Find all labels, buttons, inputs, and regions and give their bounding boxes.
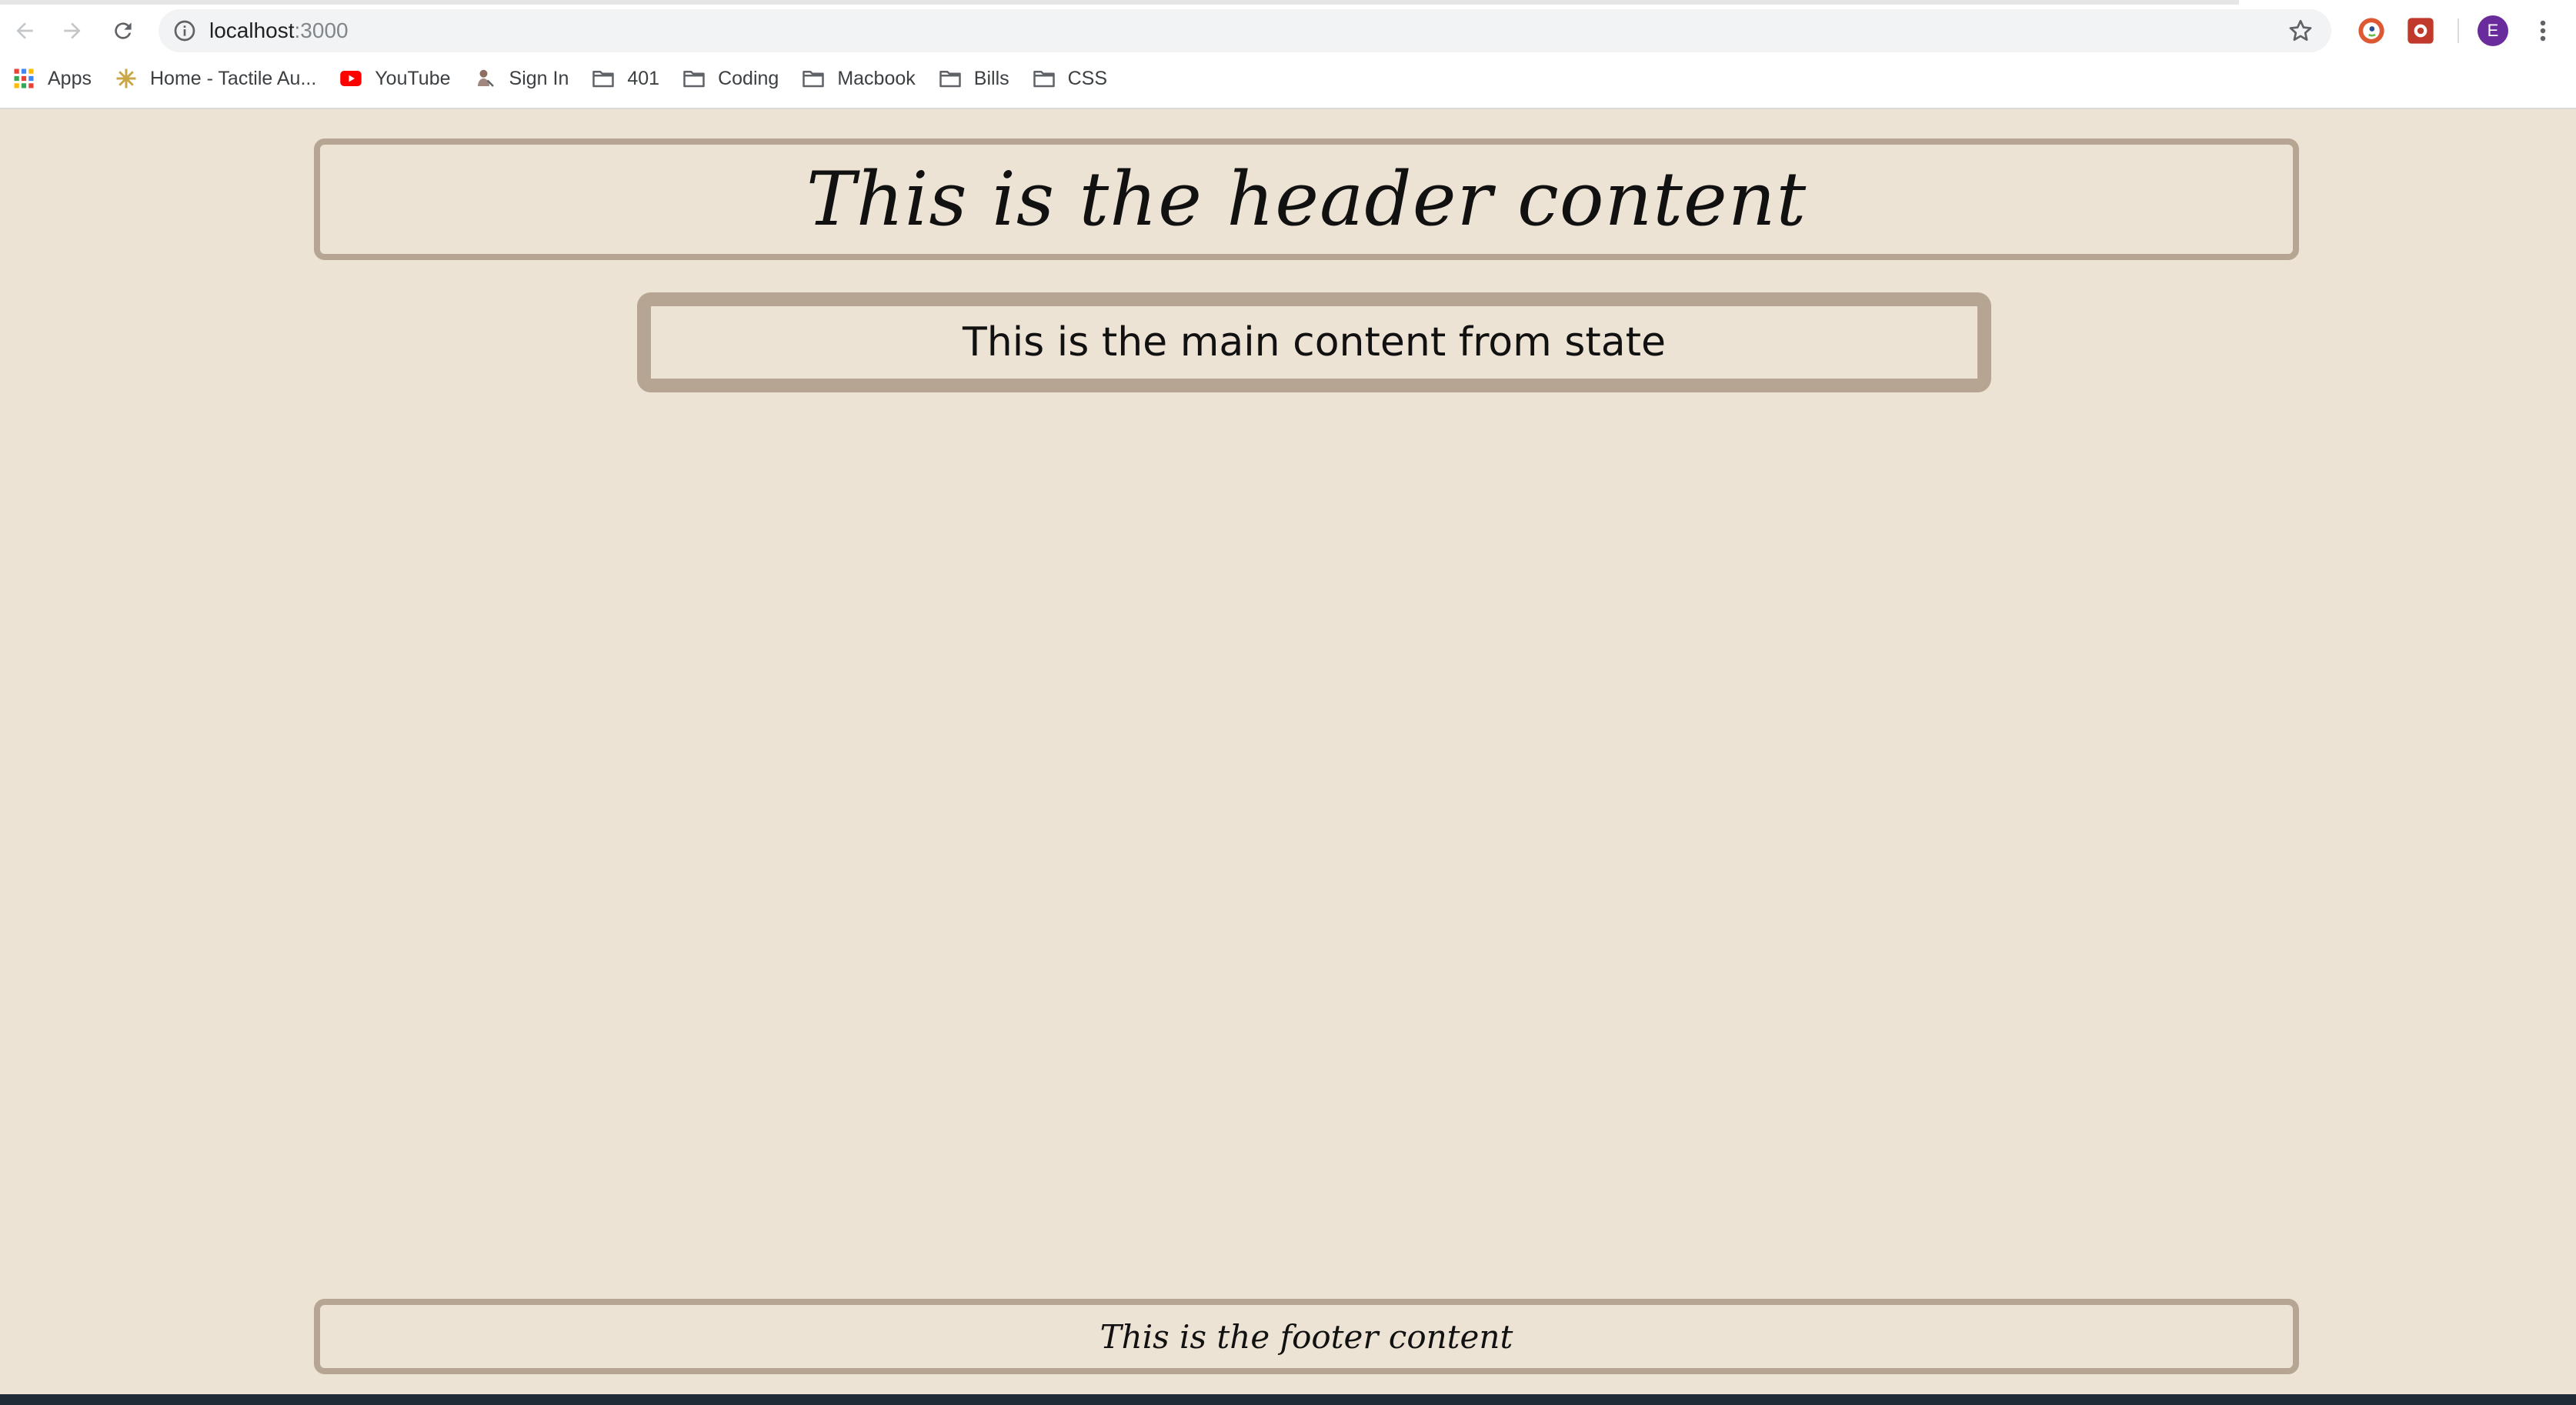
bookmark-label: CSS [1067,67,1108,89]
header-text: This is the header content [806,156,1807,242]
bookmark-home-tactile[interactable]: Home - Tactile Au... [115,63,316,94]
bookmarks-bar: Apps Home - Tactile Au... YouTube Sign I… [12,63,1130,94]
bookmark-youtube[interactable]: YouTube [339,63,451,94]
bookmark-folder-bills[interactable]: Bills [939,63,1009,94]
apps-grid-icon [14,68,34,88]
arrow-right-icon [64,22,81,39]
url-port: :3000 [294,18,349,42]
forward-button[interactable] [57,15,88,46]
main-content: This is the main content from state [637,292,1991,392]
more-menu-icon[interactable] [2531,15,2554,46]
reload-icon [115,22,132,39]
loading-bar [0,0,2239,5]
page-footer: This is the footer content [314,1299,2299,1374]
bookmark-label: Coding [718,67,779,89]
folder-icon [592,71,615,88]
toolbar-divider [2458,18,2459,43]
extension-icon[interactable] [2405,15,2436,46]
bookmark-label: Macbook [837,67,916,89]
main-text: This is the main content from state [962,319,1667,365]
site-favicon-icon [116,68,136,88]
bookmark-label: Home - Tactile Au... [149,67,317,89]
bookmark-folder-macbook[interactable]: Macbook [802,63,916,94]
bookmark-label: Bills [973,67,1009,89]
bookmark-label: 401 [627,67,660,89]
youtube-icon [340,71,362,86]
arrow-left-icon [16,22,33,39]
reload-button[interactable] [108,15,138,46]
browser-chrome: localhost:3000 E Apps Home - Tactile Au.… [0,0,2576,109]
bookmark-sign-in[interactable]: Sign In [474,63,569,94]
folder-icon [1033,71,1055,88]
bookmark-label: Apps [48,67,92,89]
url-text[interactable]: localhost:3000 [209,9,349,52]
duckduckgo-extension-icon[interactable] [2356,15,2387,46]
url-host: localhost [209,18,295,42]
site-favicon-icon [477,69,494,87]
folder-icon [802,71,825,88]
page-header: This is the header content [314,138,2299,260]
bookmark-folder-css[interactable]: CSS [1033,63,1107,94]
info-icon[interactable] [172,18,197,43]
folder-icon [939,71,961,88]
bookmark-folder-401[interactable]: 401 [592,63,659,94]
os-taskbar-edge [0,1394,2576,1405]
bookmark-star-icon[interactable] [2287,17,2314,45]
bookmark-label: Sign In [509,67,569,89]
folder-icon [683,71,705,88]
address-bar[interactable]: localhost:3000 [158,9,2331,52]
back-button[interactable] [9,15,40,46]
bookmark-apps[interactable]: Apps [12,63,92,94]
bookmark-folder-coding[interactable]: Coding [682,63,779,94]
profile-avatar[interactable]: E [2478,15,2508,46]
footer-text: This is the footer content [1099,1317,1513,1356]
bookmark-label: YouTube [375,67,451,89]
